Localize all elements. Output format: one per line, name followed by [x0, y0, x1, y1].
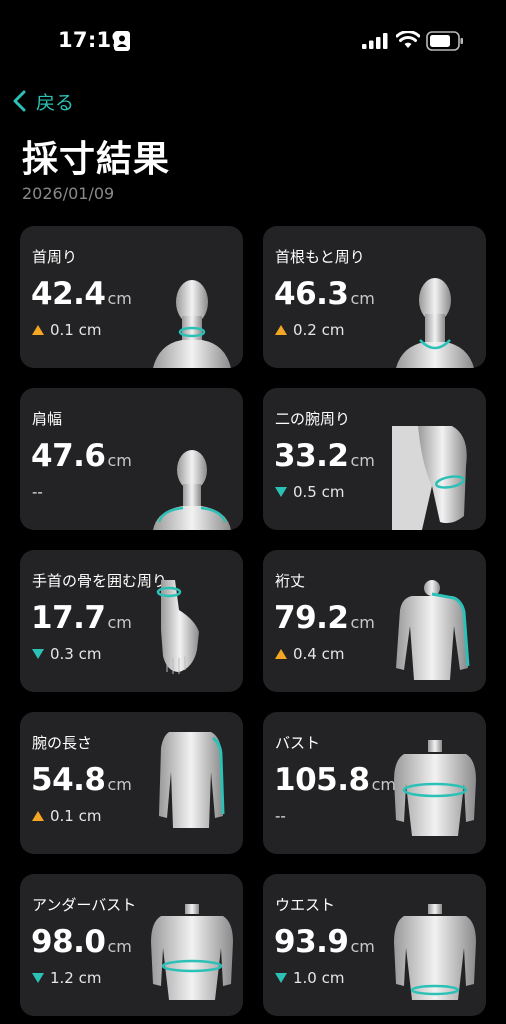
value-number: 17.7	[31, 600, 106, 636]
change-indicator: --	[32, 483, 43, 501]
card-label: 手首の骨を囲む周り	[32, 572, 168, 590]
card-value: 47.6 cm	[31, 438, 132, 474]
value-number: 54.8	[31, 762, 106, 798]
change-indicator: --	[275, 807, 286, 825]
change-indicator: 1.2 cm	[32, 969, 101, 987]
measurement-card-sleeve-length[interactable]: 裄丈 79.2 cm 0.4 cm	[263, 550, 486, 692]
change-indicator: 0.2 cm	[275, 321, 344, 339]
underbust-illustration-icon	[151, 904, 233, 1000]
change-value: 0.5 cm	[293, 483, 345, 501]
value-unit: cm	[350, 937, 375, 956]
card-value: 98.0 cm	[31, 924, 132, 960]
increase-arrow-icon	[275, 649, 287, 659]
change-value: 0.3 cm	[50, 645, 102, 663]
card-label: 腕の長さ	[32, 734, 93, 752]
card-value: 46.3 cm	[274, 276, 375, 312]
change-indicator: 1.0 cm	[275, 969, 344, 987]
change-indicator: 0.3 cm	[32, 645, 101, 663]
change-indicator: 0.1 cm	[32, 321, 101, 339]
change-indicator: 0.4 cm	[275, 645, 344, 663]
status-bar: 17:19	[0, 0, 506, 80]
value-number: 93.9	[274, 924, 349, 960]
card-label: 首周り	[32, 248, 78, 266]
card-value: 54.8 cm	[31, 762, 132, 798]
value-number: 47.6	[31, 438, 106, 474]
card-value: 33.2 cm	[274, 438, 375, 474]
back-label: 戻る	[36, 91, 75, 114]
value-unit: cm	[107, 613, 132, 632]
increase-arrow-icon	[32, 325, 44, 335]
page-title: 採寸結果	[22, 139, 171, 180]
measurement-card-arm-length[interactable]: 腕の長さ 54.8 cm 0.1 cm	[20, 712, 243, 854]
decrease-arrow-icon	[32, 649, 44, 659]
card-label: アンダーバスト	[32, 896, 137, 914]
value-number: 98.0	[31, 924, 106, 960]
battery-icon	[426, 31, 463, 51]
card-label: 首根もと周り	[275, 248, 365, 266]
card-value: 17.7 cm	[31, 600, 132, 636]
decrease-arrow-icon	[275, 973, 287, 983]
measurement-card-underbust[interactable]: アンダーバスト 98.0 cm 1.2 cm	[20, 874, 243, 1016]
measurement-card-upper-arm[interactable]: 二の腕周り 33.2 cm 0.5 cm	[263, 388, 486, 530]
measurement-card-waist[interactable]: ウエスト 93.9 cm 1.0 cm	[263, 874, 486, 1016]
measurement-card-neck-base[interactable]: 首根もと周り 46.3 cm 0.2 cm	[263, 226, 486, 368]
value-number: 79.2	[274, 600, 349, 636]
measurement-card-wrist[interactable]: 手首の骨を囲む周り 17.7 cm 0.3 cm	[20, 550, 243, 692]
upper-arm-illustration-icon	[392, 426, 467, 530]
value-unit: cm	[107, 937, 132, 956]
decrease-arrow-icon	[275, 487, 287, 497]
neck-illustration-icon	[153, 280, 231, 368]
value-unit: cm	[107, 289, 132, 308]
bust-illustration-icon	[394, 740, 476, 836]
measurement-card-bust[interactable]: バスト 105.8 cm --	[263, 712, 486, 854]
card-value: 42.4 cm	[31, 276, 132, 312]
decrease-arrow-icon	[32, 973, 44, 983]
card-value: 105.8 cm	[274, 762, 396, 798]
card-label: 肩幅	[32, 410, 63, 428]
arm-length-illustration-icon	[159, 732, 225, 828]
value-unit: cm	[107, 775, 132, 794]
card-label: 裄丈	[275, 572, 306, 590]
value-number: 105.8	[274, 762, 370, 798]
card-label: 二の腕周り	[275, 410, 351, 428]
card-label: ウエスト	[275, 896, 336, 914]
sleeve-length-illustration-icon	[396, 580, 470, 680]
value-number: 46.3	[274, 276, 349, 312]
card-value: 79.2 cm	[274, 600, 375, 636]
shoulder-illustration-icon	[153, 450, 231, 530]
change-value: 0.2 cm	[293, 321, 345, 339]
change-indicator: 0.1 cm	[32, 807, 101, 825]
measurement-card-shoulder[interactable]: 肩幅 47.6 cm --	[20, 388, 243, 530]
change-value: --	[32, 483, 43, 501]
change-value: 1.2 cm	[50, 969, 102, 987]
change-value: 1.0 cm	[293, 969, 345, 987]
measurement-date: 2026/01/09	[22, 184, 115, 203]
wifi-icon	[396, 31, 420, 48]
change-value: 0.4 cm	[293, 645, 345, 663]
change-value: --	[275, 807, 286, 825]
value-unit: cm	[350, 289, 375, 308]
change-value: 0.1 cm	[50, 321, 102, 339]
cellular-signal-icon	[362, 33, 388, 49]
measurement-card-neck[interactable]: 首周り 42.4 cm 0.1 cm	[20, 226, 243, 368]
change-value: 0.1 cm	[50, 807, 102, 825]
change-indicator: 0.5 cm	[275, 483, 344, 501]
value-number: 33.2	[274, 438, 349, 474]
neck-base-illustration-icon	[396, 278, 474, 368]
back-button[interactable]: 戻る	[10, 86, 74, 116]
person-badge-icon	[114, 31, 130, 51]
value-unit: cm	[350, 451, 375, 470]
waist-illustration-icon	[394, 904, 476, 1000]
wrist-illustration-icon	[156, 580, 199, 674]
chevron-left-icon	[13, 90, 26, 112]
increase-arrow-icon	[275, 325, 287, 335]
card-label: バスト	[275, 734, 321, 752]
increase-arrow-icon	[32, 811, 44, 821]
value-unit: cm	[107, 451, 132, 470]
card-value: 93.9 cm	[274, 924, 375, 960]
value-unit: cm	[350, 613, 375, 632]
value-number: 42.4	[31, 276, 106, 312]
